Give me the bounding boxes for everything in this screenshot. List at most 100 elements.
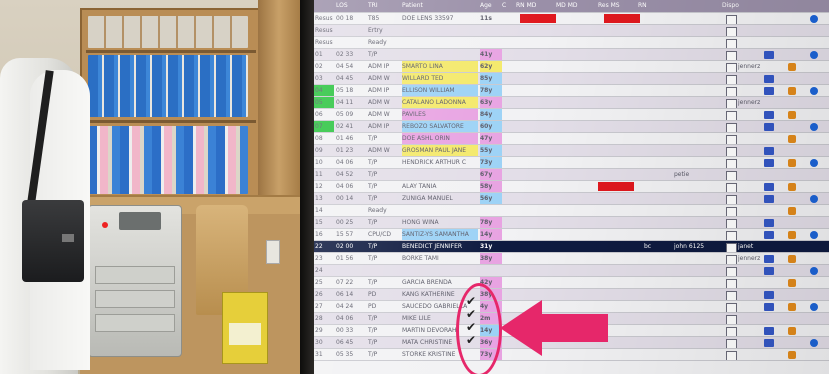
lab-icon[interactable]: [788, 63, 796, 71]
row-checkbox[interactable]: [726, 231, 737, 240]
flag-icon[interactable]: [764, 291, 774, 299]
lab-icon[interactable]: [788, 255, 796, 263]
row-checkbox[interactable]: [726, 135, 737, 144]
row-checkbox[interactable]: [726, 291, 737, 300]
flag-icon[interactable]: [764, 111, 774, 119]
row-checkbox[interactable]: [726, 51, 737, 60]
row-checkbox[interactable]: [726, 255, 737, 264]
flag-icon[interactable]: [764, 219, 774, 227]
row-checkbox[interactable]: [726, 111, 737, 120]
row-checkbox[interactable]: [726, 207, 737, 216]
board-row[interactable]: 15 00 25 T/P HONG WINA 78y: [314, 217, 829, 229]
status-dot-icon[interactable]: [810, 15, 818, 23]
lab-icon[interactable]: [788, 87, 796, 95]
row-checkbox[interactable]: [726, 339, 737, 348]
board-row[interactable]: Resus C Ready: [314, 37, 829, 49]
board-row[interactable]: 13 00 14 T/P ZUNIGA MANUEL 56y: [314, 193, 829, 205]
row-checkbox[interactable]: [726, 159, 737, 168]
status-dot-icon[interactable]: [810, 123, 818, 131]
row-checkbox[interactable]: [726, 147, 737, 156]
row-checkbox[interactable]: [726, 75, 737, 84]
board-row[interactable]: 23 01 56 T/P BORKE TAMI 38y jennerz: [314, 253, 829, 265]
board-row[interactable]: 25 07 22 T/P GARCIA BRENDA 42y: [314, 277, 829, 289]
flag-icon[interactable]: [764, 339, 774, 347]
row-checkbox[interactable]: [726, 27, 737, 36]
status-dot-icon[interactable]: [810, 231, 818, 239]
board-row[interactable]: 09 01 23 ADM W GROSMAN PAUL JANE 55y: [314, 145, 829, 157]
lab-icon[interactable]: [788, 111, 796, 119]
board-row[interactable]: 07 02 41 ADM IP REBOZO SALVATORE 60y: [314, 121, 829, 133]
board-row[interactable]: 14 Ready: [314, 205, 829, 217]
board-row[interactable]: 22 02 00 T/P BENEDICT JENNIFER 31y janet john …: [314, 241, 829, 253]
board-row[interactable]: 01 02 33 T/P 41y: [314, 49, 829, 61]
status-dot-icon[interactable]: [810, 87, 818, 95]
row-checkbox[interactable]: [726, 39, 737, 48]
flag-icon[interactable]: [764, 147, 774, 155]
lab-icon[interactable]: [788, 159, 796, 167]
row-checkbox[interactable]: [726, 183, 737, 192]
board-row[interactable]: 06 05 09 ADM W PAVILES 84y: [314, 109, 829, 121]
flag-icon[interactable]: [764, 159, 774, 167]
board-row[interactable]: 08 01 46 T/P DOE ASHL ORIN 47y: [314, 133, 829, 145]
board-row[interactable]: 04 05 18 ADM IP ELLISON WILLIAM 78y: [314, 85, 829, 97]
row-checkbox[interactable]: [726, 267, 737, 276]
board-row[interactable]: 05 04 11 ADM W CATALANO LADONNA 63y jennerz: [314, 97, 829, 109]
row-checkbox[interactable]: [726, 171, 737, 180]
flag-icon[interactable]: [764, 195, 774, 203]
bed-cell: 16: [315, 231, 323, 238]
bed-cell: 09: [315, 147, 323, 154]
row-checkbox[interactable]: [726, 15, 737, 24]
staff-cell: [674, 25, 720, 36]
board-row[interactable]: 10 04 06 T/P HENDRICK ARTHUR C 73y: [314, 157, 829, 169]
row-checkbox[interactable]: [726, 87, 737, 96]
row-checkbox[interactable]: [726, 195, 737, 204]
flag-icon[interactable]: [764, 51, 774, 59]
row-checkbox[interactable]: [726, 303, 737, 312]
flag-icon[interactable]: [764, 87, 774, 95]
flag-icon[interactable]: [764, 267, 774, 275]
lab-icon[interactable]: [788, 351, 796, 359]
status-dot-icon[interactable]: [810, 267, 818, 275]
status-dot-icon[interactable]: [810, 159, 818, 167]
row-checkbox[interactable]: [726, 63, 737, 72]
board-row[interactable]: Resus B Ertry: [314, 25, 829, 37]
status-dot-icon[interactable]: [810, 339, 818, 347]
lab-icon[interactable]: [788, 303, 796, 311]
row-checkbox[interactable]: [726, 219, 737, 228]
lab-icon[interactable]: [788, 327, 796, 335]
row-checkbox[interactable]: [726, 123, 737, 132]
los-cell: [336, 205, 366, 216]
status-dot-icon[interactable]: [810, 303, 818, 311]
board-row[interactable]: 24: [314, 265, 829, 277]
flag-icon[interactable]: [764, 255, 774, 263]
board-row[interactable]: 16 15 57 CPU/CD SANTIZ-YS SAMANTHA 14y: [314, 229, 829, 241]
flag-icon[interactable]: [764, 75, 774, 83]
lab-icon[interactable]: [788, 135, 796, 143]
row-checkbox[interactable]: [726, 351, 737, 360]
flag-icon[interactable]: [764, 303, 774, 311]
age-cell: 14y: [480, 229, 502, 240]
lab-icon[interactable]: [788, 231, 796, 239]
row-checkbox[interactable]: [726, 315, 737, 324]
flag-icon[interactable]: [764, 231, 774, 239]
lab-icon[interactable]: [788, 183, 796, 191]
board-row[interactable]: 11 04 52 T/P 67y petie: [314, 169, 829, 181]
flag-icon[interactable]: [764, 183, 774, 191]
board-row[interactable]: Resus A00 18 T85 DOE LENS 33597 11s: [314, 13, 829, 25]
patient-cell: SMARTO LINA: [402, 61, 478, 72]
board-row[interactable]: 03 04 45 ADM W WILLARD TED 85y: [314, 73, 829, 85]
status-dot-icon[interactable]: [810, 51, 818, 59]
row-checkbox[interactable]: [726, 279, 737, 288]
lab-icon[interactable]: [788, 207, 796, 215]
flag-icon[interactable]: [764, 327, 774, 335]
flag-icon[interactable]: [764, 123, 774, 131]
lab-icon[interactable]: [788, 279, 796, 287]
row-checkbox[interactable]: [726, 243, 737, 252]
laser-printer: [88, 205, 182, 357]
row-checkbox[interactable]: [726, 327, 737, 336]
board-row[interactable]: 12 04 06 T/P ALAY TANIA 58y: [314, 181, 829, 193]
board-row[interactable]: 02 04 54 ADM IP SMARTO LINA 62y jennerz: [314, 61, 829, 73]
status-dot-icon[interactable]: [810, 195, 818, 203]
row-checkbox[interactable]: [726, 99, 737, 108]
staff-cell: [674, 193, 720, 204]
